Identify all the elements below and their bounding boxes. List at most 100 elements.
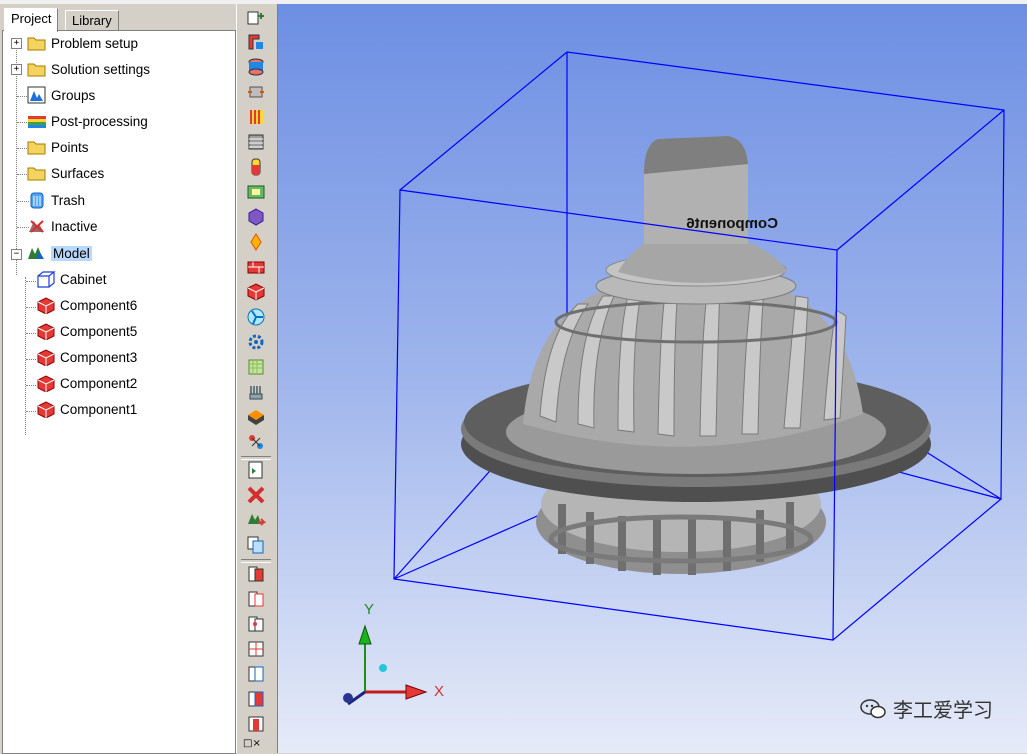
fan-icon[interactable]	[246, 307, 266, 327]
tree-item-surfaces[interactable]: Surfaces	[27, 162, 104, 184]
tree-item-post-processing[interactable]: Post-processing	[27, 110, 148, 132]
grille-icon[interactable]	[246, 132, 266, 152]
tree-item-label: Post-processing	[51, 113, 148, 129]
project-tree: + + − Problem setup Solution settings Gr…	[2, 30, 236, 754]
tree-item-points[interactable]: Points	[27, 136, 89, 158]
network-icon[interactable]	[246, 57, 266, 77]
assembly-icon[interactable]	[246, 32, 266, 52]
post-processing-icon	[27, 112, 47, 130]
block-icon	[36, 374, 56, 393]
align-faces-icon[interactable]	[246, 564, 266, 584]
gear-icon[interactable]	[246, 332, 266, 352]
folder-icon	[27, 138, 47, 156]
tree-line	[26, 359, 36, 360]
match-vertices-icon[interactable]	[246, 689, 266, 709]
match-edges-icon[interactable]	[246, 664, 266, 684]
trash-icon	[27, 191, 47, 209]
copy-icon[interactable]	[246, 535, 266, 555]
opening-icon[interactable]	[246, 432, 266, 452]
expand-toggle[interactable]: +	[11, 38, 22, 49]
toolbar-close-button[interactable]: □×	[243, 738, 261, 749]
tree-item-model[interactable]: Model	[27, 242, 92, 264]
tree-item-label: Cabinet	[60, 271, 107, 287]
top-stem	[618, 136, 788, 283]
center-objects-icon[interactable]	[246, 714, 266, 734]
axis-y-label: Y	[364, 601, 374, 618]
tree-item-component5[interactable]: Component5	[36, 320, 137, 342]
package-icon[interactable]	[246, 407, 266, 427]
tree-line	[26, 333, 36, 334]
tree-item-inactive[interactable]: Inactive	[27, 215, 98, 237]
tree-item-label: Model	[51, 245, 92, 261]
tree-item-component1[interactable]: Component1	[36, 398, 137, 420]
tree-item-label: Points	[51, 139, 89, 155]
move-icon[interactable]	[246, 510, 267, 530]
tree-item-label: Inactive	[51, 218, 98, 234]
heat-source-icon[interactable]	[246, 82, 266, 102]
folder-icon	[27, 164, 47, 182]
block-icon	[36, 348, 56, 367]
tree-item-trash[interactable]: Trash	[27, 189, 85, 211]
folder-icon	[27, 34, 47, 52]
collapse-toggle[interactable]: −	[11, 249, 22, 260]
resistance-icon[interactable]	[246, 157, 266, 177]
tree-item-groups[interactable]: Groups	[27, 84, 95, 106]
tree-item-label: Component6	[60, 297, 138, 313]
groups-icon	[27, 86, 47, 104]
block-icon[interactable]	[246, 282, 266, 302]
heatsink-icon[interactable]	[246, 382, 266, 402]
tree-item-label: Problem setup	[51, 35, 139, 51]
watermark: 李工爱学习	[859, 694, 993, 723]
tree-item-component2[interactable]: Component2	[36, 372, 137, 394]
tree-item-label: Groups	[51, 87, 96, 103]
tree-item-label: Trash	[51, 192, 86, 208]
tree-line	[26, 411, 36, 412]
new-object-icon[interactable]	[246, 460, 266, 480]
axis-x-label: X	[434, 683, 444, 700]
tab-project[interactable]: Project	[4, 8, 59, 32]
model-icon	[27, 244, 47, 262]
match-faces-icon[interactable]	[246, 639, 266, 659]
tree-item-label: Component3	[60, 349, 138, 365]
folder-icon	[27, 60, 47, 78]
object-toolbar: □×	[236, 4, 278, 753]
delete-icon[interactable]	[246, 485, 266, 505]
tree-item-label: Component5	[60, 323, 138, 339]
align-edges-icon[interactable]	[246, 589, 266, 609]
tree-line	[26, 281, 36, 282]
tree-item-component3[interactable]: Component3	[36, 346, 137, 368]
tree-item-component6[interactable]: Component6	[36, 294, 137, 316]
tree-item-label: Component1	[60, 401, 138, 417]
align-vertices-icon[interactable]	[246, 614, 266, 634]
project-panel: Project Library + + − Problem setup Solu…	[0, 4, 236, 754]
wall-icon[interactable]	[246, 257, 266, 277]
tree-item-problem-setup[interactable]: Problem setup	[27, 32, 138, 54]
graphics-viewport[interactable]: Component6 Y X 李工爱学习	[278, 4, 1027, 753]
cabinet-tool-icon[interactable]	[246, 8, 266, 28]
tree-item-label: Solution settings	[51, 61, 151, 77]
mesh-plate-icon[interactable]	[246, 357, 266, 377]
inactive-icon	[27, 217, 47, 235]
plate-icon[interactable]	[246, 182, 266, 202]
cabinet-icon	[36, 270, 56, 288]
tree-item-solution-settings[interactable]: Solution settings	[27, 58, 150, 80]
axes-triad: Y X	[343, 601, 444, 706]
pcb-icon[interactable]	[246, 107, 266, 127]
tab-library[interactable]: Library	[65, 10, 119, 31]
expand-toggle[interactable]: +	[11, 64, 22, 75]
component-label: Component6	[686, 215, 778, 232]
block-icon	[36, 296, 56, 315]
polygon-block-icon[interactable]	[246, 207, 266, 227]
watermark-text: 李工爱学习	[893, 698, 993, 722]
diamond-icon[interactable]	[246, 232, 266, 252]
model-scene: Component6 Y X	[343, 51, 1005, 706]
tree-line	[16, 43, 17, 275]
block-icon	[36, 322, 56, 341]
wechat-logo-icon	[860, 698, 886, 718]
toolbar-separator	[241, 559, 271, 563]
tree-line	[26, 385, 36, 386]
block-icon	[36, 400, 56, 419]
tree-line	[26, 307, 36, 308]
tree-item-cabinet[interactable]: Cabinet	[36, 268, 107, 290]
tree-item-label: Component2	[60, 375, 138, 391]
